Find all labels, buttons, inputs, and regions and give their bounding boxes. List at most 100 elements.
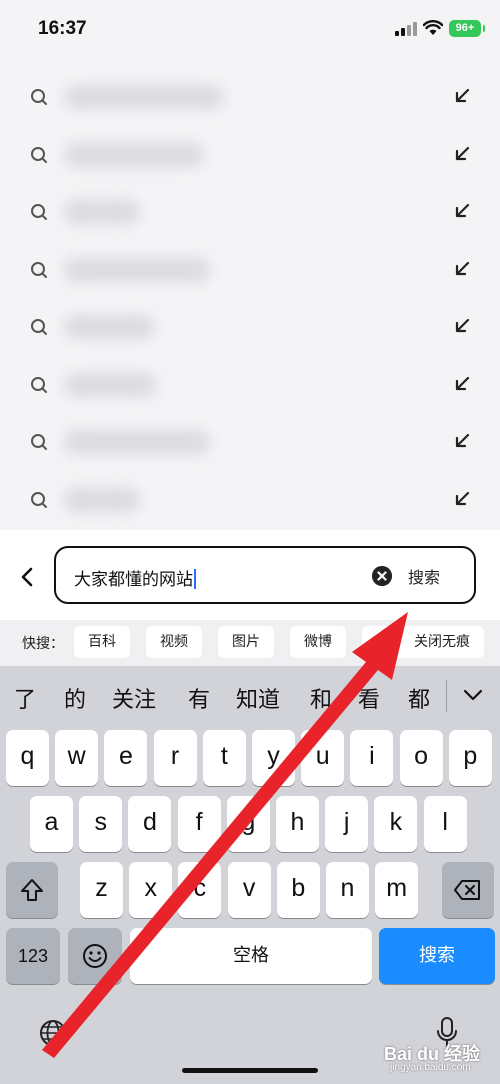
- status-time: 16:37: [38, 18, 87, 39]
- candidate-word[interactable]: 和: [310, 682, 332, 714]
- keyboard: 了 的 关注 有 知道 和 看 都 qwertyuiop asdfghjkl zxc…: [0, 666, 500, 1084]
- search-icon: [31, 204, 47, 220]
- battery-icon: 96+: [449, 20, 485, 37]
- suggestion-text-redacted: [64, 315, 154, 339]
- quick-chip-baike[interactable]: 百科: [74, 626, 130, 658]
- fill-query-arrow-icon[interactable]: [452, 489, 472, 509]
- search-icon: [31, 261, 47, 278]
- search-icon: [31, 376, 47, 393]
- quick-search-bar: 快搜： 百科 视频 图片 微博 关闭无痕: [0, 620, 500, 666]
- key-b[interactable]: b: [276, 862, 320, 918]
- status-bar: 16:37 96+: [0, 0, 500, 60]
- quick-chip-weibo[interactable]: 微博: [290, 626, 346, 658]
- clear-input-icon[interactable]: [372, 566, 392, 586]
- suggestion-text-redacted: [64, 200, 140, 224]
- key-r[interactable]: r: [153, 730, 197, 786]
- numbers-key[interactable]: 123: [6, 928, 60, 984]
- suggestion-row[interactable]: [0, 183, 500, 241]
- shift-key[interactable]: [6, 862, 58, 918]
- candidate-word[interactable]: 了: [14, 682, 36, 714]
- suggestion-row[interactable]: [0, 413, 500, 471]
- fill-query-arrow-icon[interactable]: [452, 431, 472, 451]
- search-return-key[interactable]: 搜索: [379, 928, 495, 984]
- suggestion-text-redacted: [64, 487, 140, 512]
- key-o[interactable]: o: [399, 730, 443, 786]
- key-y[interactable]: y: [252, 730, 295, 786]
- key-e[interactable]: e: [104, 730, 148, 786]
- candidate-word[interactable]: 知道: [236, 682, 280, 714]
- suggestion-row[interactable]: [0, 241, 500, 299]
- key-c[interactable]: c: [178, 862, 222, 918]
- fill-query-arrow-icon[interactable]: [452, 201, 472, 221]
- candidate-word[interactable]: 有: [188, 682, 210, 714]
- space-key[interactable]: 空格: [130, 928, 372, 984]
- search-query-text[interactable]: 大家都懂的网站: [74, 565, 196, 590]
- key-z[interactable]: z: [80, 862, 123, 918]
- key-d[interactable]: d: [128, 796, 172, 852]
- key-l[interactable]: l: [423, 796, 467, 852]
- fill-query-arrow-icon[interactable]: [452, 316, 472, 336]
- key-v[interactable]: v: [227, 862, 271, 918]
- suggestion-row[interactable]: [0, 126, 500, 184]
- key-j[interactable]: j: [325, 796, 369, 852]
- wifi-icon: [423, 20, 443, 35]
- suggestion-text-redacted: [64, 257, 210, 282]
- shift-icon: [21, 879, 43, 901]
- emoji-key[interactable]: [68, 928, 122, 984]
- home-indicator: [182, 1068, 318, 1073]
- search-icon: [31, 146, 47, 163]
- key-h[interactable]: h: [276, 796, 319, 852]
- candidate-word[interactable]: 看: [358, 682, 380, 714]
- search-icon: [31, 491, 47, 508]
- fill-query-arrow-icon[interactable]: [452, 374, 472, 394]
- search-icon: [31, 89, 47, 105]
- key-s[interactable]: s: [79, 796, 123, 852]
- key-w[interactable]: w: [55, 730, 99, 786]
- candidate-bar: 了 的 关注 有 知道 和 看 都: [0, 666, 500, 728]
- suggestion-row[interactable]: [0, 68, 500, 126]
- key-t[interactable]: t: [202, 730, 246, 786]
- suggestion-list: [0, 68, 500, 528]
- key-g[interactable]: g: [226, 796, 270, 852]
- candidate-word[interactable]: 的: [64, 682, 86, 714]
- key-i[interactable]: i: [350, 730, 394, 786]
- back-button[interactable]: [14, 563, 42, 591]
- suggestion-row[interactable]: [0, 298, 500, 356]
- suggestion-text-redacted: [64, 372, 156, 397]
- key-f[interactable]: f: [177, 796, 221, 852]
- key-x[interactable]: x: [129, 862, 173, 918]
- suggestion-text-redacted: [64, 430, 210, 454]
- globe-icon[interactable]: [38, 1018, 68, 1048]
- candidate-divider: [446, 680, 447, 712]
- search-input[interactable]: 大家都懂的网站 搜索: [54, 546, 476, 604]
- key-q[interactable]: q: [6, 730, 49, 786]
- quick-chip-video[interactable]: 视频: [146, 626, 202, 658]
- emoji-icon: [83, 944, 107, 968]
- key-m[interactable]: m: [375, 862, 419, 918]
- suggestion-row[interactable]: [0, 356, 500, 414]
- candidate-word[interactable]: 关注: [112, 682, 156, 714]
- suggestion-row[interactable]: [0, 471, 500, 529]
- key-p[interactable]: p: [448, 730, 492, 786]
- search-area: 大家都懂的网站 搜索: [0, 530, 500, 620]
- key-n[interactable]: n: [326, 862, 369, 918]
- fill-query-arrow-icon[interactable]: [452, 86, 472, 106]
- chevron-down-icon[interactable]: [460, 684, 486, 706]
- search-icon: [31, 319, 47, 335]
- suggestion-text-redacted: [64, 142, 204, 167]
- quick-chip-images[interactable]: 图片: [218, 626, 274, 658]
- backspace-key[interactable]: [442, 862, 494, 918]
- candidate-word[interactable]: 都: [408, 682, 430, 714]
- fill-query-arrow-icon[interactable]: [452, 144, 472, 164]
- key-k[interactable]: k: [374, 796, 418, 852]
- text-caret: [194, 569, 196, 589]
- fill-query-arrow-icon[interactable]: [452, 259, 472, 279]
- key-u[interactable]: u: [301, 730, 345, 786]
- watermark-url: jingyan.baidu.com: [390, 1062, 471, 1073]
- quick-chip-incognito-off[interactable]: 关闭无痕: [362, 626, 484, 658]
- key-a[interactable]: a: [30, 796, 73, 852]
- baidu-jingyan-watermark: Bai du 经验 jingyan.baidu.com: [384, 1036, 496, 1080]
- search-button[interactable]: 搜索: [408, 564, 440, 588]
- search-icon: [31, 434, 47, 450]
- cellular-signal-icon: [395, 22, 417, 36]
